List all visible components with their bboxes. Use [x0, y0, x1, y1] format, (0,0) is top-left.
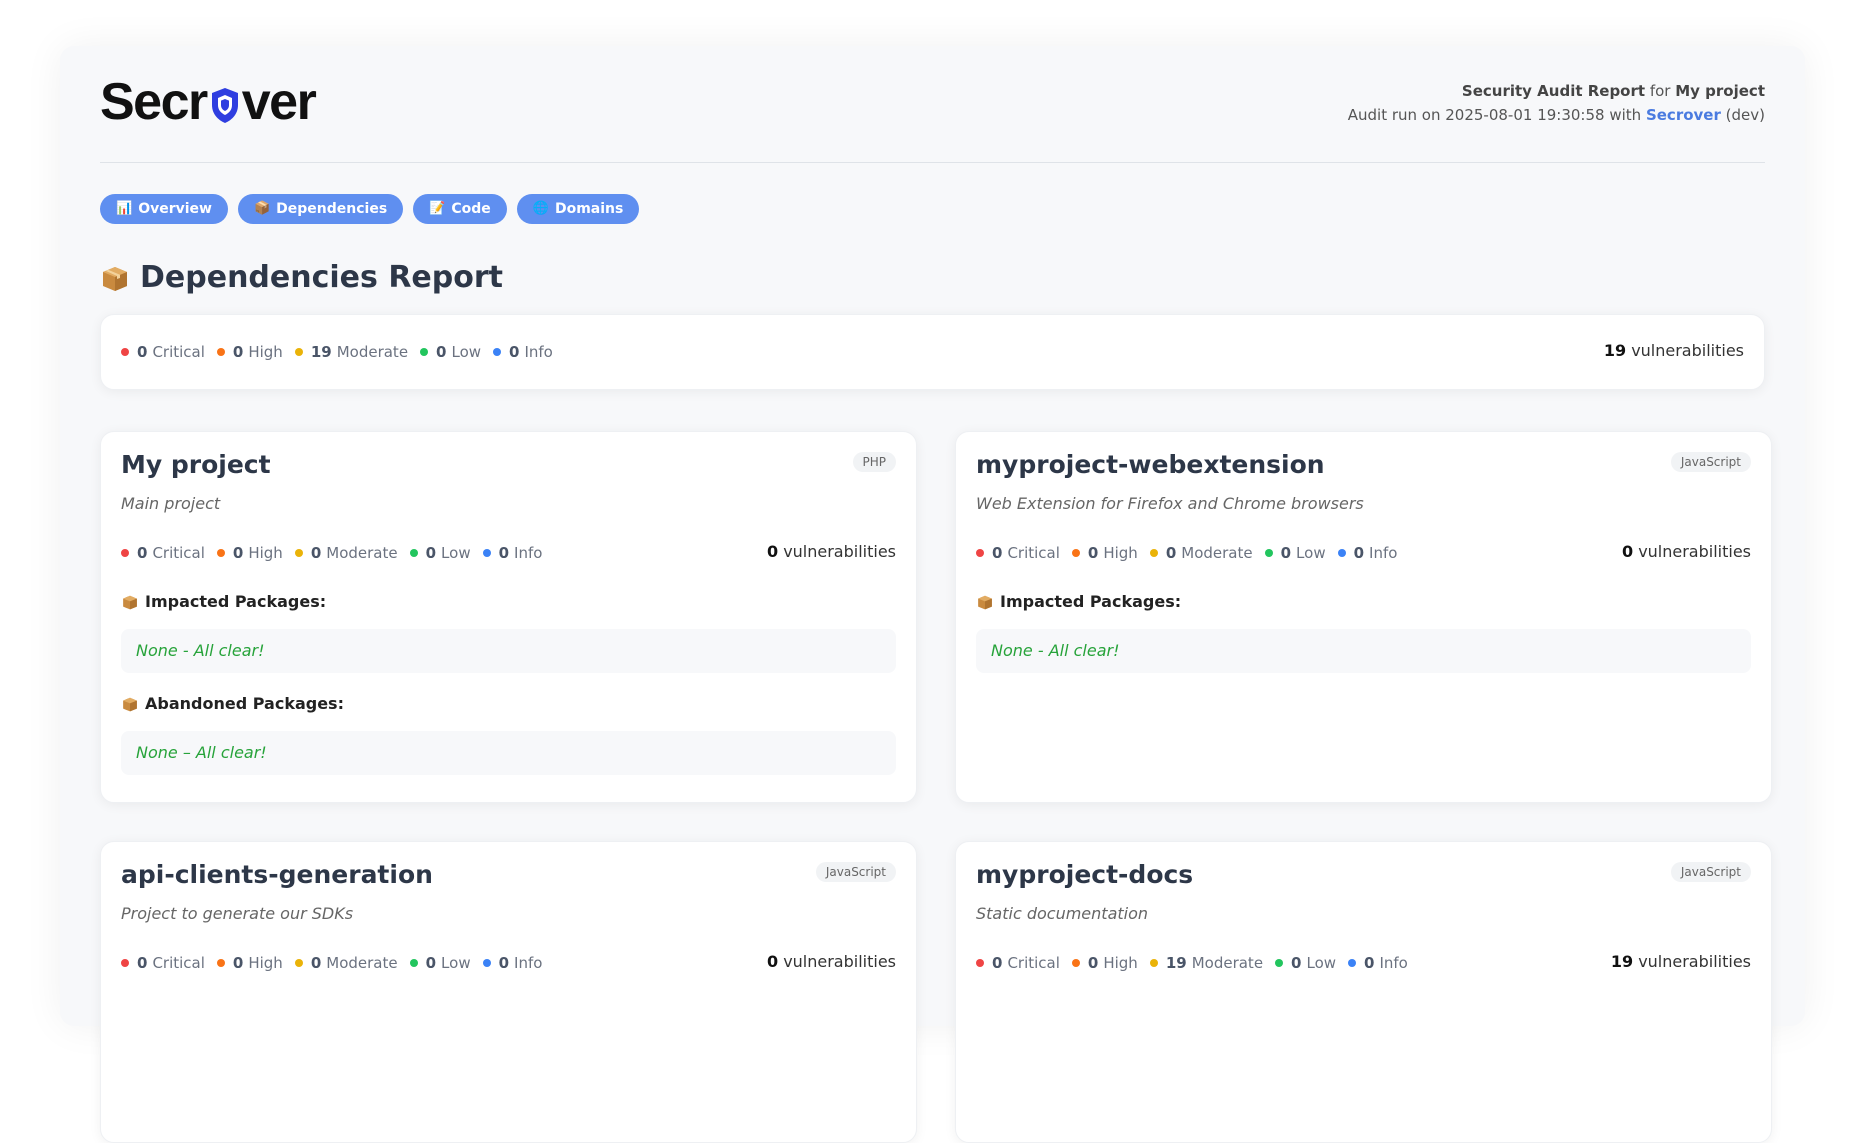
low-count: 0 Low — [420, 343, 481, 361]
package-icon — [123, 697, 137, 711]
project-vulnerabilities: 0 vulnerabilities — [1621, 542, 1751, 561]
project-card: api-clients-generation JavaScript Projec… — [100, 841, 917, 1143]
total-vulnerabilities: 19 vulnerabilities — [1603, 341, 1744, 360]
memo-icon: 📝 — [429, 201, 446, 216]
impacted-packages-heading: Impacted Packages: — [976, 592, 1181, 611]
project-card: My project PHP Main project 0 Critical 0H… — [100, 431, 917, 803]
project-title: myproject-webextension — [976, 450, 1325, 479]
secrover-link[interactable]: Secrover — [1646, 106, 1721, 124]
impacted-packages-status: None - All clear! — [976, 629, 1751, 673]
severity-counts: 0 Critical 0 High 19 Moderate 0 Low 0 Info — [976, 954, 1420, 972]
project-vulnerabilities: 0 vulnerabilities — [766, 542, 896, 561]
severity-counts: 0 Critical 0 High 0 Moderate 0 Low 0 Info — [121, 544, 554, 562]
project-description: Project to generate our SDKs — [121, 904, 354, 923]
project-title: My project — [121, 450, 271, 479]
abandoned-packages-heading: Abandoned Packages: — [121, 694, 344, 713]
header-divider — [100, 162, 1765, 163]
language-badge: JavaScript — [1670, 452, 1751, 472]
project-card: myproject-webextension JavaScript Web Ex… — [955, 431, 1772, 803]
moderate-count: 19 Moderate — [294, 343, 408, 361]
project-description: Main project — [121, 494, 221, 513]
project-name: My project — [1675, 82, 1765, 100]
secrover-logo: Secr ver — [100, 73, 317, 131]
globe-icon: 🌐 — [532, 201, 549, 216]
package-icon: 📦 — [253, 201, 271, 216]
project-vulnerabilities: 19 vulnerabilities — [1610, 952, 1751, 971]
tab-overview[interactable]: 📊 Overview — [100, 194, 228, 224]
language-badge: JavaScript — [815, 862, 896, 882]
summary-card: 0 Critical 0 High 19 Moderate 0 Low 0 Info 19… — [100, 314, 1765, 390]
severity-counts: 0 Critical 0 High 19 Moderate 0 Low 0 Info — [121, 343, 565, 361]
project-title: api-clients-generation — [121, 860, 433, 889]
tab-dependencies[interactable]: 📦 Dependencies — [237, 194, 404, 224]
page-title: Dependencies Report — [100, 260, 503, 295]
report-meta: Security Audit Report for My project Aud… — [1347, 82, 1765, 124]
audit-date: Audit run on 2025-08-01 19:30:58 with — [1347, 106, 1642, 124]
tab-code[interactable]: 📝 Code — [413, 194, 507, 224]
info-count: 0 Info — [493, 343, 553, 361]
language-badge: PHP — [852, 452, 896, 472]
package-icon — [103, 266, 127, 291]
impacted-packages-status: None - All clear! — [121, 629, 896, 673]
tab-domains[interactable]: 🌐 Domains — [516, 194, 640, 224]
language-badge: JavaScript — [1670, 862, 1751, 882]
package-icon — [978, 595, 992, 609]
project-description: Static documentation — [976, 904, 1149, 923]
abandoned-packages-status: None – All clear! — [121, 731, 896, 775]
severity-counts: 0 Critical 0 High 0 Moderate 0 Low 0 Info — [121, 954, 554, 972]
nav-tabs: 📊 Overview 📦 Dependencies 📝 Code 🌐 Domai… — [100, 194, 640, 224]
severity-counts: 0 Critical 0 High 0 Moderate 0 Low 0 Info — [976, 544, 1409, 562]
project-description: Web Extension for Firefox and Chrome bro… — [976, 494, 1364, 513]
package-icon — [123, 595, 137, 609]
report-label: Security Audit Report — [1461, 82, 1646, 100]
impacted-packages-heading: Impacted Packages: — [121, 592, 326, 611]
project-vulnerabilities: 0 vulnerabilities — [766, 952, 896, 971]
high-count: 0 High — [216, 343, 283, 361]
project-title: myproject-docs — [976, 860, 1194, 889]
report-frame: Secr ver Security Audit Report for My pr… — [60, 46, 1805, 1143]
chart-icon: 📊 — [116, 201, 133, 216]
project-card: myproject-docs JavaScript Static documen… — [955, 841, 1772, 1143]
shield-icon — [211, 88, 238, 123]
critical-count: 0 Critical — [121, 343, 205, 361]
